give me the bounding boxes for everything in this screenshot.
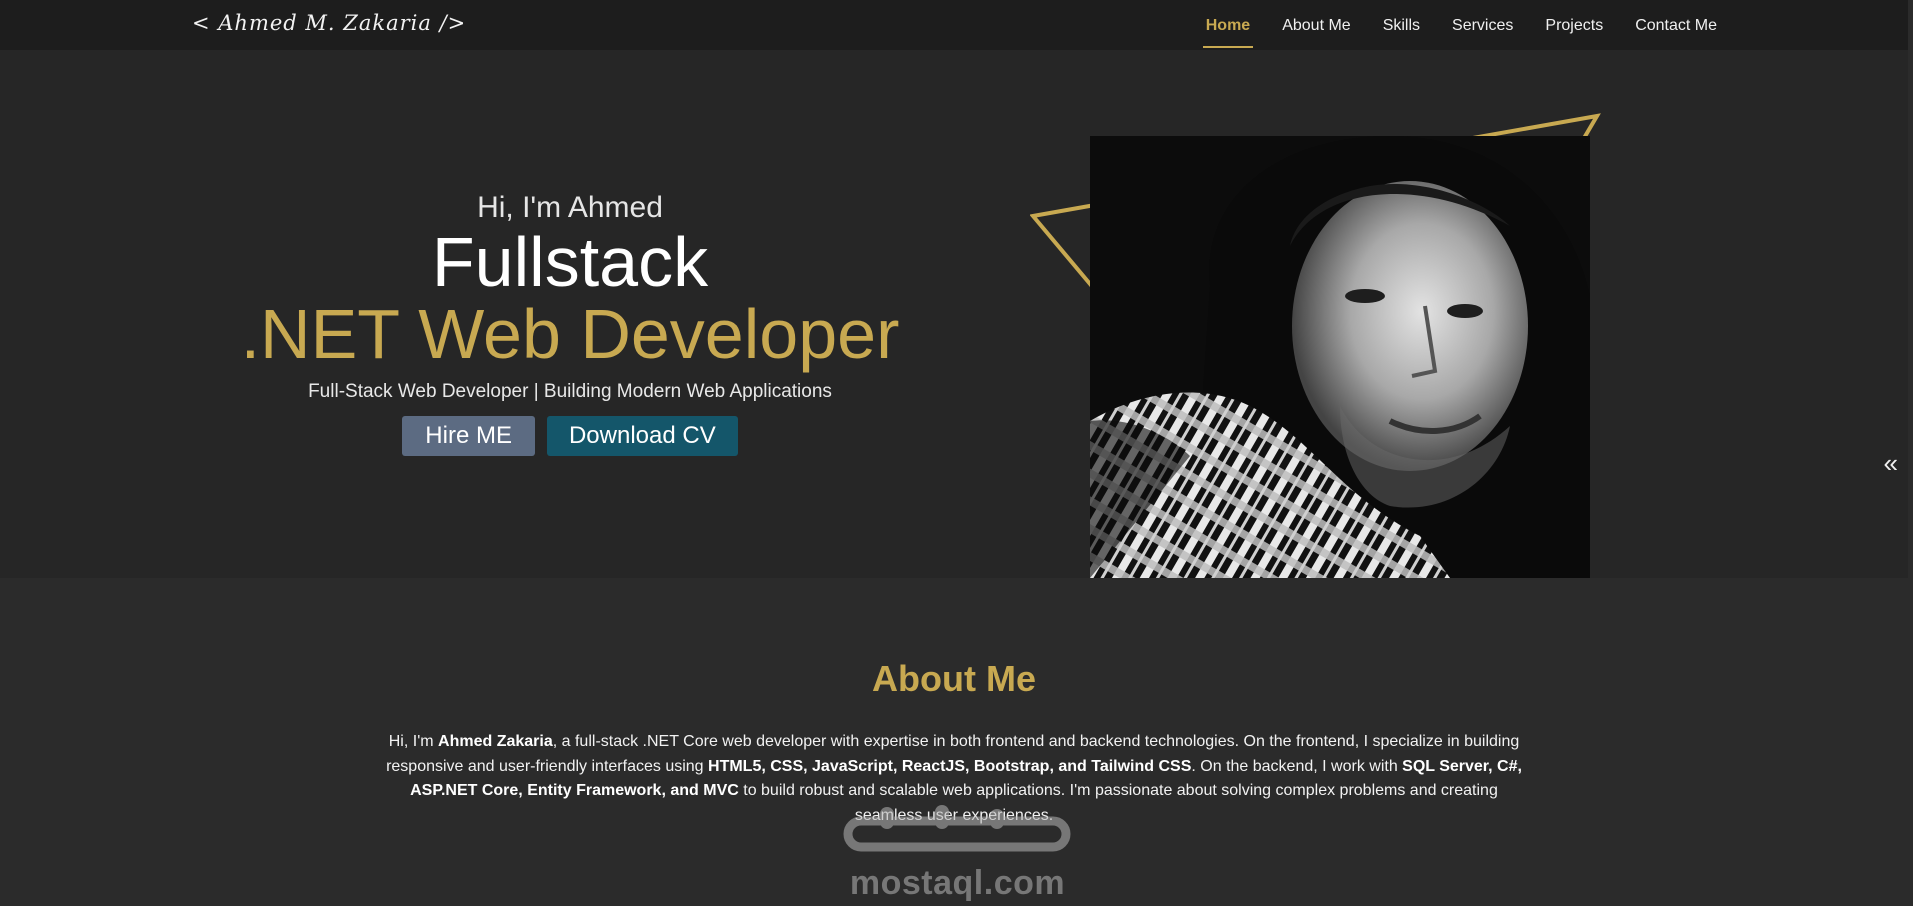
about-text-1: Hi, I'm bbox=[388, 733, 439, 750]
nav-about[interactable]: About Me bbox=[1282, 0, 1350, 48]
hero-text: Hi, I'm Ahmed Fullstack .NET Web Develop… bbox=[240, 190, 900, 456]
about-name: Ahmed Zakaria bbox=[438, 733, 553, 750]
download-cv-button[interactable]: Download CV bbox=[546, 416, 738, 456]
hero-title-line2: .NET Web Developer bbox=[240, 295, 900, 373]
hero-greeting: Hi, I'm Ahmed bbox=[477, 191, 663, 224]
nav-services[interactable]: Services bbox=[1452, 0, 1513, 48]
hero-section: Hi, I'm Ahmed Fullstack .NET Web Develop… bbox=[0, 50, 1908, 578]
hero-title-line1: Fullstack bbox=[431, 223, 709, 301]
nav-skills[interactable]: Skills bbox=[1383, 0, 1420, 48]
double-chevron-left-icon[interactable]: « bbox=[1884, 450, 1898, 476]
about-heading: About Me bbox=[872, 658, 1036, 699]
hire-me-button[interactable]: Hire ME bbox=[402, 416, 535, 456]
nav-menu: Home About Me Skills Services Projects C… bbox=[1202, 0, 1717, 50]
navbar: < Ahmed M. Zakaria /> Home About Me Skil… bbox=[0, 0, 1908, 50]
mostaql-logo-icon bbox=[843, 805, 1071, 852]
nav-contact[interactable]: Contact Me bbox=[1635, 0, 1717, 48]
profile-photo bbox=[1090, 136, 1590, 578]
about-text-3: . On the backend, I work with bbox=[1191, 757, 1403, 775]
hero-buttons: Hire ME Download CV bbox=[240, 416, 900, 456]
about-frontend-skills: HTML5, CSS, JavaScript, ReactJS, Bootstr… bbox=[708, 757, 1192, 775]
brand-logo[interactable]: < Ahmed M. Zakaria /> bbox=[192, 11, 466, 35]
watermark-text: mostaql.com bbox=[849, 864, 1066, 902]
mostaql-watermark: mostaql.com bbox=[840, 803, 1075, 903]
nav-home[interactable]: Home bbox=[1202, 0, 1254, 48]
nav-projects[interactable]: Projects bbox=[1545, 0, 1603, 48]
hero-tagline: Full-Stack Web Developer | Building Mode… bbox=[308, 381, 832, 402]
hero-photo-area bbox=[1030, 80, 1630, 580]
